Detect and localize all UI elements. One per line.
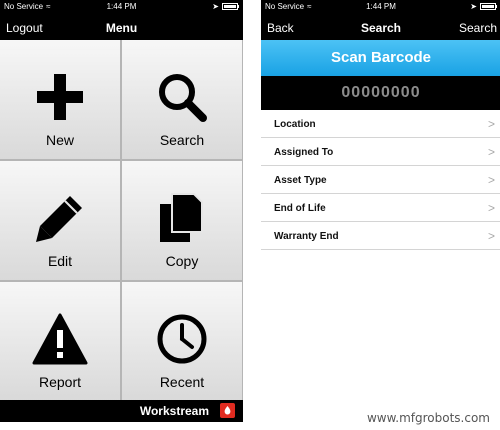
brand-logo-icon xyxy=(220,403,235,418)
chevron-right-icon: > xyxy=(487,173,495,187)
location-icon: ➤ xyxy=(470,2,477,11)
menu-screen: No Service ≈ 1:44 PM ➤ Logout Menu New Se… xyxy=(0,0,243,430)
tile-copy[interactable]: Copy xyxy=(122,161,242,280)
tile-edit[interactable]: Edit xyxy=(0,161,120,280)
field-row-asset-type[interactable]: Asset Type > xyxy=(261,166,500,194)
status-bar: No Service ≈ 1:44 PM ➤ xyxy=(0,0,243,14)
field-label: Location xyxy=(274,119,316,130)
tile-report[interactable]: Report xyxy=(0,282,120,401)
chevron-right-icon: > xyxy=(487,201,495,215)
magnifier-icon xyxy=(122,70,242,124)
watermark: www.mfgrobots.com xyxy=(366,411,490,425)
field-label: Warranty End xyxy=(274,231,339,242)
status-time: 1:44 PM xyxy=(106,2,137,11)
scan-barcode-button[interactable]: Scan Barcode xyxy=(261,40,500,76)
menu-grid: New Search Edit Copy Report Recent xyxy=(0,40,243,401)
status-icons: ➤ xyxy=(212,0,239,14)
field-row-end-of-life[interactable]: End of Life > xyxy=(261,194,500,222)
field-row-assigned-to[interactable]: Assigned To > xyxy=(261,138,500,166)
tile-label: Search xyxy=(159,132,205,148)
search-field-list: Location > Assigned To > Asset Type > En… xyxy=(261,110,500,250)
pencil-icon xyxy=(0,191,120,245)
status-icons: ➤ xyxy=(470,0,497,14)
field-label: Asset Type xyxy=(274,175,327,186)
logout-button[interactable]: Logout xyxy=(6,21,43,35)
chevron-right-icon: > xyxy=(487,145,495,159)
tile-label: Recent xyxy=(159,374,205,390)
back-button[interactable]: Back xyxy=(267,21,294,35)
plus-icon xyxy=(0,70,120,124)
field-row-location[interactable]: Location > xyxy=(261,110,500,138)
app-store-screenshots: No Service ≈ 1:44 PM ➤ Logout Menu New Se… xyxy=(0,0,500,430)
nav-bar: Back Search Search xyxy=(261,14,500,40)
field-label: End of Life xyxy=(274,203,326,214)
chevron-right-icon: > xyxy=(487,229,495,243)
tile-label: Copy xyxy=(165,253,199,269)
tile-new[interactable]: New xyxy=(0,40,120,159)
warning-icon xyxy=(0,312,120,366)
location-icon: ➤ xyxy=(212,2,219,11)
nav-bar: Logout Menu xyxy=(0,14,243,40)
status-bar: No Service ≈ 1:44 PM ➤ xyxy=(261,0,500,14)
status-time: 1:44 PM xyxy=(366,2,396,11)
battery-icon xyxy=(480,3,496,11)
search-button[interactable]: Search xyxy=(459,21,497,35)
tile-search[interactable]: Search xyxy=(122,40,242,159)
chevron-right-icon: > xyxy=(487,117,495,131)
tile-recent[interactable]: Recent xyxy=(122,282,242,401)
battery-icon xyxy=(222,3,238,11)
tile-label: Edit xyxy=(47,253,73,269)
field-label: Assigned To xyxy=(274,147,334,158)
brand-name: Workstream xyxy=(139,404,209,418)
search-screen: No Service ≈ 1:44 PM ➤ Back Search Search… xyxy=(261,0,500,430)
clock-icon xyxy=(122,312,242,366)
copy-icon xyxy=(122,191,242,245)
field-row-warranty-end[interactable]: Warranty End > xyxy=(261,222,500,250)
footer-bar: Workstream xyxy=(0,400,243,422)
barcode-field[interactable]: 00000000 xyxy=(261,76,500,110)
tile-label: Report xyxy=(38,374,82,390)
tile-label: New xyxy=(45,132,74,148)
